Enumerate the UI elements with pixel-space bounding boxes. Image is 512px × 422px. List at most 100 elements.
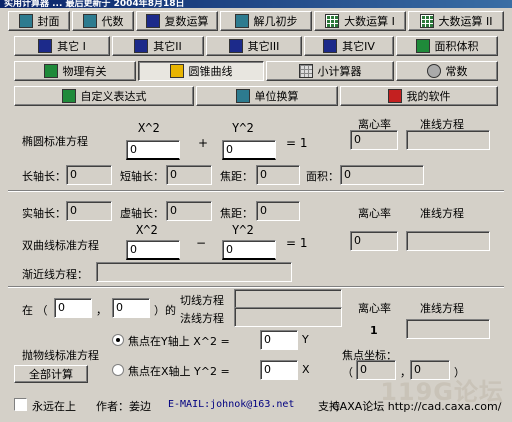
- ellipse-focal-output: 0: [256, 165, 300, 185]
- ellipse-b-input[interactable]: 0: [222, 140, 276, 160]
- bignum-icon: [419, 14, 434, 28]
- hyperbola-title: 双曲线标准方程: [22, 239, 99, 252]
- other-icon: [134, 39, 149, 53]
- parabola-normal-output: [234, 307, 342, 327]
- parabola-x-axis-input[interactable]: 0: [260, 360, 298, 380]
- hyperbola-x2-label: X^2: [136, 223, 158, 237]
- parabola-ecc-label: 离心率: [358, 302, 391, 315]
- parabola-option-x-axis-radio[interactable]: [112, 364, 124, 376]
- ellipse-a-input[interactable]: 0: [126, 140, 180, 160]
- parabola-comma: ，: [96, 304, 107, 317]
- my-software-button[interactable]: 我的软件: [340, 86, 498, 106]
- calculate-all-button[interactable]: 全部计算: [14, 365, 88, 383]
- bignum2-button[interactable]: 大数运算 II: [408, 11, 504, 31]
- software-icon: [387, 89, 402, 103]
- parabola-tangent-label: 切线方程: [180, 294, 224, 307]
- parabola-point-y-input[interactable]: 0: [112, 298, 150, 318]
- function-icon: [61, 89, 76, 103]
- ellipse-directrix-output: [406, 130, 490, 150]
- complex-icon: [145, 14, 160, 28]
- ellipse-plus: +: [198, 136, 209, 150]
- parabola-ecc-output: 1: [370, 324, 378, 337]
- hyperbola-focal-output: 0: [256, 201, 300, 221]
- ellipse-y2-label: Y^2: [232, 121, 254, 135]
- parabola-point-x-input[interactable]: 0: [54, 298, 92, 318]
- hyperbola-ecc-label: 离心率: [358, 207, 391, 220]
- hyperbola-imag-label: 虚轴长：: [120, 207, 164, 220]
- bignum1-button[interactable]: 大数运算 I: [314, 11, 406, 31]
- email-link[interactable]: E-MAIL:johnok@163.net: [168, 399, 294, 410]
- parabola-at-label: 在 （: [22, 304, 48, 317]
- unit-icon: [235, 89, 250, 103]
- ellipse-minor-label: 短轴长：: [120, 170, 164, 183]
- calculator-icon: [298, 64, 313, 78]
- hyperbola-asymptote-output: [96, 262, 292, 282]
- constants-icon: [426, 64, 441, 78]
- cover-icon: [18, 14, 33, 28]
- parabola-y-axis-var: Y: [302, 333, 309, 346]
- parabola-option-y-axis-label: 焦点在Y轴上 X^2 =: [128, 335, 230, 348]
- ellipse-major-output: 0: [66, 165, 112, 185]
- tab-conic[interactable]: 圆锥曲线: [138, 61, 264, 81]
- hyperbola-imag-output: 0: [166, 201, 212, 221]
- ellipse-minor-output: 0: [166, 165, 212, 185]
- watermark: 119G论坛: [380, 378, 504, 406]
- parabola-paren-close: ）的: [154, 304, 176, 317]
- parabola-option-x-axis-label: 焦点在X轴上 Y^2 =: [128, 365, 230, 378]
- cover-button[interactable]: 封面: [8, 11, 70, 31]
- tab-physics[interactable]: 物理有关: [14, 61, 136, 81]
- other-icon: [228, 39, 243, 53]
- area-volume-button[interactable]: 面积体积: [396, 36, 498, 56]
- other4-button[interactable]: 其它IV: [304, 36, 394, 56]
- hyperbola-focal-label: 焦距：: [220, 207, 253, 220]
- other3-button[interactable]: 其它III: [206, 36, 302, 56]
- custom-expression-button[interactable]: 自定义表达式: [14, 86, 194, 106]
- hyperbola-directrix-output: [406, 231, 490, 251]
- hyperbola-asymptote-label: 渐近线方程：: [22, 268, 88, 281]
- other-icon: [323, 39, 338, 53]
- hyperbola-real-output: 0: [66, 201, 112, 221]
- unit-conversion-button[interactable]: 单位换算: [196, 86, 338, 106]
- algebra-button[interactable]: 代数: [72, 11, 134, 31]
- parabola-focus-open: （: [342, 366, 353, 379]
- section-divider: [8, 190, 504, 192]
- always-on-top-checkbox[interactable]: [14, 398, 27, 411]
- hyperbola-eq1: = 1: [286, 236, 308, 250]
- hyperbola-minus: −: [196, 236, 207, 250]
- parabola-directrix-output: [406, 319, 490, 339]
- other-icon: [38, 39, 53, 53]
- ellipse-x2-label: X^2: [138, 121, 160, 135]
- parabola-title: 抛物线标准方程: [22, 349, 99, 362]
- parabola-y-axis-input[interactable]: 0: [260, 330, 298, 350]
- hyperbola-y2-label: Y^2: [232, 223, 254, 237]
- area-volume-icon: [415, 39, 430, 53]
- ellipse-ecc-output: 0: [350, 130, 398, 150]
- parabola-tangent-output: [234, 289, 342, 309]
- tab-mini-calculator[interactable]: 小计算器: [266, 61, 394, 81]
- ellipse-area-label: 面积：: [306, 170, 339, 183]
- ellipse-area-output: 0: [340, 165, 424, 185]
- parabola-option-y-axis-radio[interactable]: [112, 334, 124, 346]
- section-divider: [8, 286, 504, 288]
- analytic-geometry-icon: [234, 14, 249, 28]
- hyperbola-ecc-output: 0: [350, 231, 398, 251]
- hyperbola-b-input[interactable]: 0: [222, 240, 276, 260]
- complex-button[interactable]: 复数运算: [136, 11, 218, 31]
- parabola-normal-label: 法线方程: [180, 312, 224, 325]
- ellipse-focal-label: 焦距：: [220, 170, 253, 183]
- bignum-icon: [325, 14, 340, 28]
- ellipse-title: 椭圆标准方程: [22, 135, 88, 148]
- physics-icon: [43, 64, 58, 78]
- window-titlebar: 实用计算器 ... 最后更新于 2004年8月18日: [0, 0, 512, 8]
- hyperbola-a-input[interactable]: 0: [126, 240, 180, 260]
- other2-button[interactable]: 其它II: [112, 36, 204, 56]
- hyperbola-real-label: 实轴长：: [22, 207, 66, 220]
- ellipse-eq1: = 1: [286, 136, 308, 150]
- analytic-geometry-button[interactable]: 解几初步: [220, 11, 312, 31]
- other1-button[interactable]: 其它 I: [14, 36, 110, 56]
- algebra-icon: [82, 14, 97, 28]
- parabola-directrix-label: 准线方程: [420, 302, 464, 315]
- tab-constants[interactable]: 常数: [396, 61, 498, 81]
- always-on-top-label: 永远在上: [32, 400, 76, 413]
- hyperbola-directrix-label: 准线方程: [420, 207, 464, 220]
